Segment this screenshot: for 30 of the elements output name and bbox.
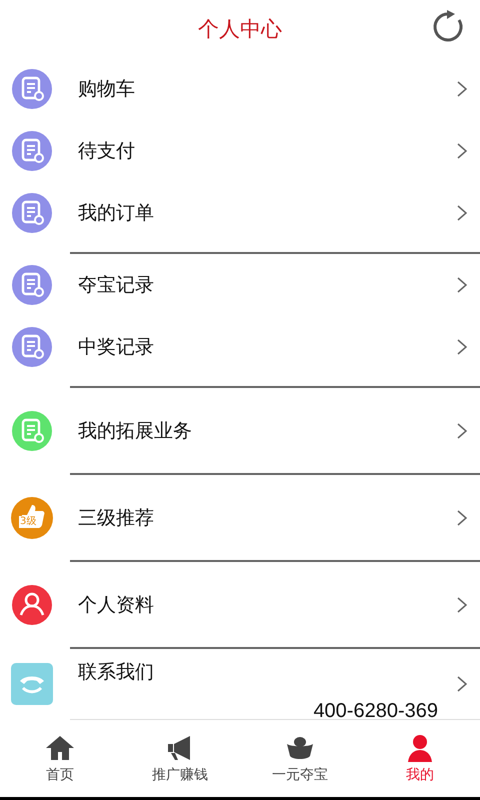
chevron-icon xyxy=(456,80,468,98)
item-label: 我的拓展业务 xyxy=(78,418,193,444)
menu-item[interactable]: 我的拓展业务 xyxy=(0,396,480,465)
chevron-icon xyxy=(456,142,468,160)
chevron-icon xyxy=(456,596,468,614)
menu-item[interactable]: 待支付 xyxy=(0,120,480,182)
chevron-icon xyxy=(456,338,468,356)
item-label: 联系我们 xyxy=(78,660,155,685)
item-label: 三级推荐 xyxy=(78,506,155,530)
person-icon xyxy=(406,734,434,762)
item-label: 中奖记录 xyxy=(78,335,155,360)
item-label: 待支付 xyxy=(78,139,136,164)
item-label: 个人资料 xyxy=(78,592,155,618)
chevron-icon xyxy=(456,276,468,294)
item-label: 夺宝记录 xyxy=(78,273,155,298)
item-label: 购物车 xyxy=(78,77,136,102)
menu-item[interactable]: 个人资料 xyxy=(0,570,480,639)
item-label: 我的订单 xyxy=(78,201,155,226)
menu-item[interactable]: 夺宝记录 xyxy=(0,254,480,316)
menu-item[interactable]: 3级 三级推荐 xyxy=(0,483,480,552)
chevron-icon xyxy=(456,204,468,222)
menu-item[interactable]: 我的订单 xyxy=(0,182,480,244)
chevron-icon xyxy=(456,675,468,693)
home-icon xyxy=(46,734,74,762)
level-badge: 3级 xyxy=(19,516,38,528)
menu-item[interactable]: 购物车 xyxy=(0,58,480,120)
page-title: 个人中心 xyxy=(198,16,282,43)
chevron-icon xyxy=(456,422,468,440)
menu-item[interactable]: 中奖记录 xyxy=(0,316,480,378)
chevron-icon xyxy=(456,508,468,526)
